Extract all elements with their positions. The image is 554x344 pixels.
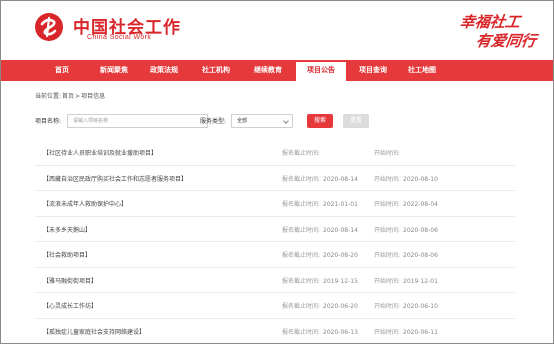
search-button[interactable]: 搜索 (307, 114, 333, 128)
deadline-label: 报名截止时间: (282, 252, 321, 259)
service-type-label: 服务类型: (200, 118, 227, 125)
deadline-value: 2021-01-01 (323, 201, 358, 208)
list-item[interactable]: 【西藏自治区民政厅购买社会工作和志愿者服务项目】 报名截止时间: 2020-08-… (35, 166, 515, 191)
breadcrumb-separator: > (75, 93, 81, 100)
start-value: 2020-06-10 (403, 303, 438, 310)
start-label: 开始时间: (374, 150, 401, 157)
deadline-field: 报名截止时间: 2019-12-15 (282, 276, 358, 285)
deadline-label: 报名截止时间: (282, 328, 321, 336)
start-label: 开始时间: (374, 328, 401, 336)
deadline-field: 报名截止时间: 2020-06-20 (282, 301, 358, 310)
start-field: 开始时间: 2020-06-10 (374, 301, 438, 310)
list-item[interactable]: 【流浪未成年人救助保护中心】 报名截止时间: 2021-01-01 开始时间: 20… (35, 191, 515, 217)
start-value: 2022-08-04 (403, 201, 438, 208)
start-field: 开始时间: 2020-08-06 (374, 225, 438, 234)
main-nav: 首页 新闻聚焦 政策法规 社工机构 继续教育 项目公告 项目查询 社工地图 (1, 60, 553, 81)
deadline-value: 2020-08-20 (323, 252, 358, 259)
project-title-link[interactable]: 【流浪未成年人救助保护中心】 (43, 199, 127, 208)
start-value: 2020-08-10 (403, 175, 438, 183)
slogan-line1: 幸福社工 (458, 13, 522, 31)
page-frame: 中国社会工作 China Social Work 幸福社工 有爱同行 首页 新闻… (0, 0, 554, 344)
list-item[interactable]: 【社会救助项目】 报名截止时间: 2020-08-20 开始时间: 2020-08-… (35, 242, 515, 268)
start-label: 开始时间: (374, 201, 401, 208)
start-value: 2020-08-06 (403, 226, 438, 234)
project-title-link[interactable]: 【社会救助项目】 (43, 250, 91, 259)
nav-item-project-query[interactable]: 项目查询 (350, 60, 396, 81)
deadline-value: 2020-06-20 (323, 303, 358, 310)
deadline-field: 报名截止时间: 2020-08-20 (282, 250, 358, 259)
service-type-select[interactable]: 全部 (231, 114, 293, 128)
deadline-label: 报名截止时间: (282, 277, 321, 285)
reset-button[interactable]: 重置 (343, 114, 369, 128)
deadline-field: 报名截止时间: 2020-08-14 (282, 174, 358, 183)
list-item[interactable]: 【未多乡天鹅山】 报名截止时间: 2020-08-14 开始时间: 2020-08-… (35, 217, 515, 242)
list-item[interactable]: 【雅马融街街项目】 报名截止时间: 2019-12-15 开始时间: 2019-12… (35, 268, 515, 293)
deadline-field: 报名截止时间: 2020-06-13 (282, 327, 358, 336)
nav-item-home[interactable]: 首页 (41, 60, 83, 81)
nav-item-policy[interactable]: 政策法规 (141, 60, 187, 81)
deadline-field: 报名截止时间: (282, 148, 323, 157)
project-name-input[interactable]: 请输入项目名称 (67, 114, 208, 128)
project-name-label: 项目名称: (35, 118, 62, 125)
project-title-link[interactable]: 【未多乡天鹅山】 (43, 225, 91, 234)
project-title-link[interactable]: 【雅马融街街项目】 (43, 276, 97, 285)
breadcrumb-current: 项目信息 (81, 93, 106, 100)
project-title-link[interactable]: 【社区待业人员职业培训及就业援助项目】 (43, 148, 157, 157)
deadline-value: 2019-12-15 (323, 277, 358, 285)
deadline-label: 报名截止时间: (282, 150, 321, 157)
nav-item-agencies[interactable]: 社工机构 (193, 60, 239, 81)
slogan-line2: 有爱同行 (474, 32, 538, 50)
start-label: 开始时间: (374, 226, 401, 234)
deadline-label: 报名截止时间: (282, 201, 321, 208)
start-value: 2019-12-01 (403, 277, 438, 285)
deadline-label: 报名截止时间: (282, 226, 321, 234)
start-field: 开始时间: 2020-08-06 (374, 250, 438, 259)
start-field: 开始时间: 2020-06-11 (374, 327, 438, 336)
project-title-link[interactable]: 【西藏自治区民政厅购买社会工作和志愿者服务项目】 (43, 174, 187, 183)
start-field: 开始时间: 2019-12-01 (374, 276, 438, 285)
start-value: 2020-06-11 (403, 328, 438, 336)
deadline-label: 报名截止时间: (282, 175, 321, 183)
start-field: 开始时间: 2022-08-04 (374, 199, 438, 208)
breadcrumb-home-link[interactable]: 首页 (62, 93, 74, 100)
nav-item-announcements[interactable]: 项目公告 (296, 60, 346, 81)
project-title-link[interactable]: 【心灵成长工作坊】 (43, 301, 97, 310)
deadline-value: 2020-08-14 (323, 175, 358, 183)
list-item[interactable]: 【社区待业人员职业培训及就业援助项目】 报名截止时间: 开始时间: (35, 140, 515, 166)
start-label: 开始时间: (374, 175, 401, 183)
start-label: 开始时间: (374, 252, 401, 259)
start-field: 开始时间: 2020-08-10 (374, 174, 438, 183)
start-label: 开始时间: (374, 277, 401, 285)
chevron-down-icon (283, 118, 289, 124)
deadline-label: 报名截止时间: (282, 303, 321, 310)
logo-icon[interactable] (34, 12, 64, 42)
search-filter-bar: 项目名称: 请输入项目名称 服务类型: 全部 搜索 重置 (35, 114, 515, 128)
nav-item-map[interactable]: 社工地图 (399, 60, 445, 81)
nav-item-education[interactable]: 继续教育 (245, 60, 291, 81)
start-field: 开始时间: (374, 148, 403, 157)
breadcrumb-prefix: 当前位置: (35, 93, 62, 100)
logo-title-en: China Social Work (87, 34, 152, 41)
list-item[interactable]: 【孤独症儿童家庭社会支持网络建设】 报名截止时间: 2020-06-13 开始时间… (35, 319, 515, 344)
nav-item-news[interactable]: 新闻聚焦 (91, 60, 137, 81)
deadline-field: 报名截止时间: 2021-01-01 (282, 199, 358, 208)
deadline-value: 2020-08-14 (323, 226, 358, 234)
list-item[interactable]: 【心灵成长工作坊】 报名截止时间: 2020-06-20 开始时间: 2020-06… (35, 293, 515, 319)
project-list: 【社区待业人员职业培训及就业援助项目】 报名截止时间: 开始时间: 【西藏自治区… (35, 140, 515, 344)
start-label: 开始时间: (374, 303, 401, 310)
service-type-value: 全部 (237, 118, 248, 124)
project-title-link[interactable]: 【孤独症儿童家庭社会支持网络建设】 (43, 327, 145, 336)
site-header: 中国社会工作 China Social Work 幸福社工 有爱同行 (1, 1, 553, 59)
start-value: 2020-08-06 (403, 252, 438, 259)
breadcrumb: 当前位置:首页>项目信息 (35, 91, 106, 100)
deadline-value: 2020-06-13 (323, 328, 358, 336)
deadline-field: 报名截止时间: 2020-08-14 (282, 225, 358, 234)
